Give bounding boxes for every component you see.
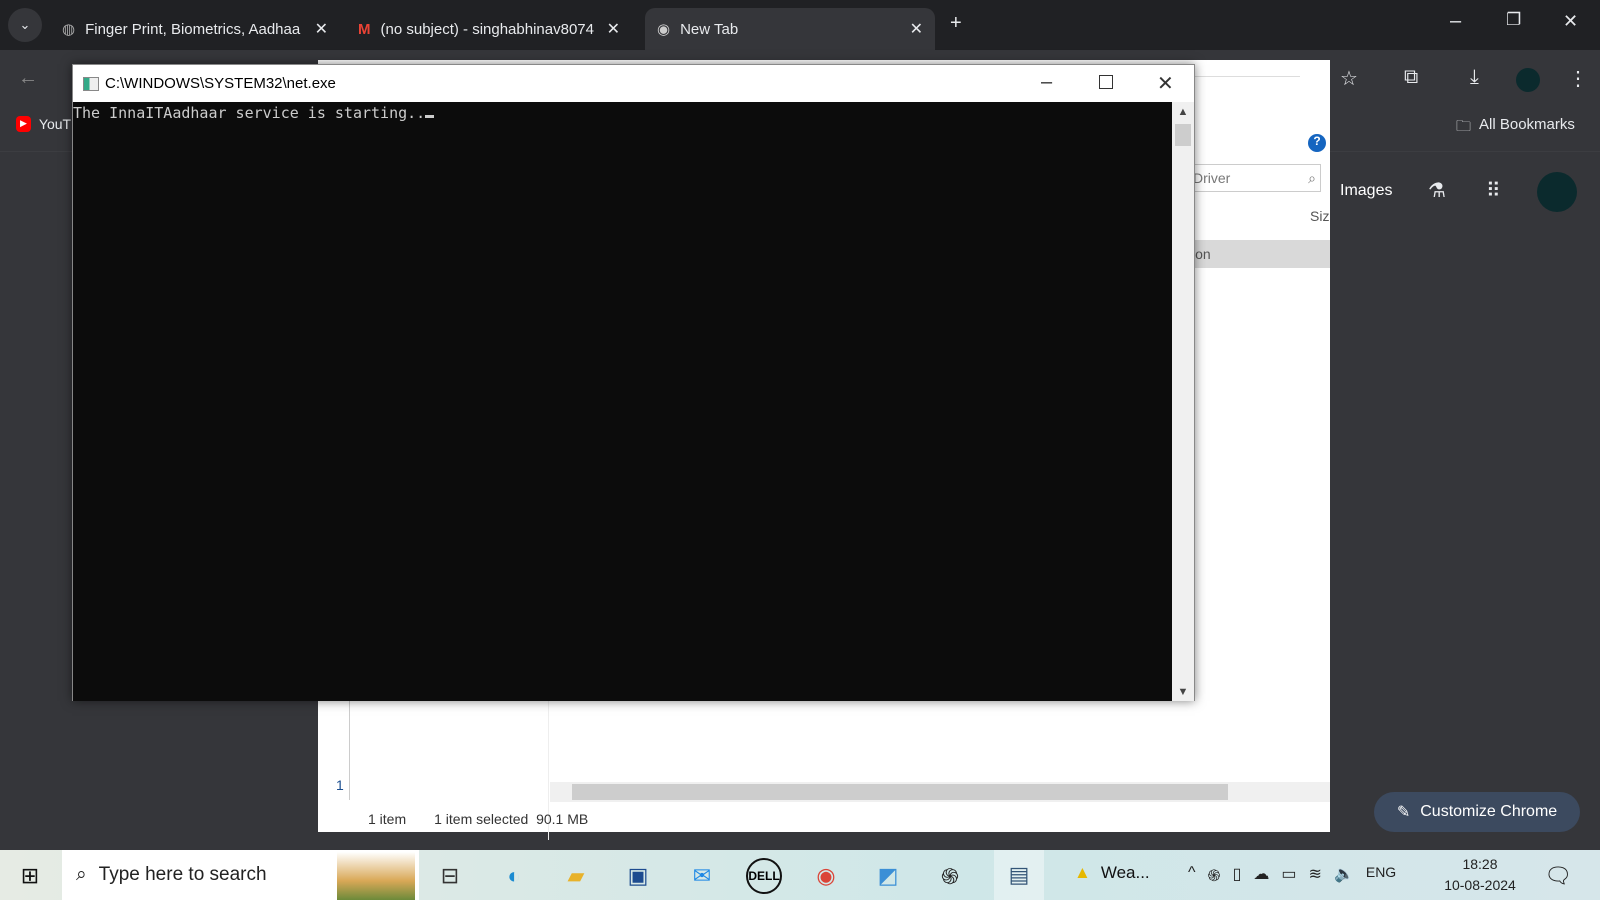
console-taskbar-icon[interactable]: ▤ xyxy=(994,850,1044,900)
column-size[interactable]: Siz xyxy=(1310,208,1329,224)
mail-icon[interactable]: ✉ xyxy=(684,858,720,894)
bookmark-star-icon[interactable]: ☆ xyxy=(1340,66,1358,91)
selected-row[interactable]: ion xyxy=(1188,240,1330,268)
close-icon[interactable]: ✕ xyxy=(607,19,620,39)
console-minimize-icon[interactable]: – xyxy=(1041,71,1052,94)
folder-icon: 🗀 xyxy=(1456,118,1472,135)
close-icon[interactable]: ✕ xyxy=(910,19,923,39)
gmail-icon: M xyxy=(358,20,371,38)
new-tab-button[interactable]: + xyxy=(950,12,962,35)
tab-finger-print[interactable]: ◍ Finger Print, Biometrics, Aadhaa ✕ xyxy=(50,8,340,50)
bookmark-youtube[interactable]: ▶ YouT xyxy=(16,116,71,132)
labs-icon[interactable]: ⚗ xyxy=(1428,178,1446,203)
language-indicator[interactable]: ENG xyxy=(1366,864,1396,886)
wifi-icon[interactable]: ≋ xyxy=(1309,864,1322,886)
apps-grid-icon[interactable]: ⠿ xyxy=(1486,178,1501,203)
lion-illustration xyxy=(337,852,415,900)
search-icon: ⌕ xyxy=(76,864,87,885)
console-window: C:\WINDOWS\SYSTEM32\net.exe – ✕ The Inna… xyxy=(72,64,1195,701)
restore-icon[interactable]: ❐ xyxy=(1506,10,1521,30)
store-icon[interactable]: ▣ xyxy=(620,858,656,894)
download-icon[interactable]: ⤓ xyxy=(1470,66,1479,89)
profile-avatar[interactable] xyxy=(1516,68,1540,92)
extensions-icon[interactable]: ⧉ xyxy=(1404,66,1418,89)
images-link[interactable]: Images xyxy=(1340,182,1392,200)
chrome-icon: ◉ xyxy=(657,21,671,38)
console-maximize-icon[interactable] xyxy=(1099,75,1113,89)
volume-icon[interactable]: 🔈 xyxy=(1334,864,1354,886)
cursor xyxy=(425,115,435,118)
battery-icon[interactable]: ▭ xyxy=(1281,864,1296,886)
all-bookmarks[interactable]: 🗀 All Bookmarks xyxy=(1456,116,1575,141)
console-close-icon[interactable]: ✕ xyxy=(1157,71,1174,96)
chrome-icon[interactable]: ◉ xyxy=(808,858,844,894)
tab-gmail[interactable]: M (no subject) - singhabhinav8074 ✕ xyxy=(346,8,632,50)
console-app-icon xyxy=(83,76,99,91)
task-view-icon[interactable]: ⊟ xyxy=(432,858,468,894)
search-box[interactable]: Driver ⌕ xyxy=(1188,164,1321,192)
fingerprint-tray-icon[interactable]: ֍ xyxy=(1208,864,1221,886)
customize-chrome-button[interactable]: ✎ Customize Chrome xyxy=(1374,792,1580,832)
menu-icon[interactable]: ⋮ xyxy=(1568,66,1588,91)
taskbar-search[interactable]: ⌕ Type here to search xyxy=(62,850,419,900)
taskbar: ⊞ ⌕ Type here to search ⊟ ◐ ▰ ▣ ✉ DELL ◉… xyxy=(0,850,1600,900)
browser-tab-strip: ⌄ ◍ Finger Print, Biometrics, Aadhaa ✕ M… xyxy=(0,0,1600,50)
console-output[interactable]: The InnaITAadhaar service is starting.. xyxy=(73,102,1173,701)
account-avatar[interactable] xyxy=(1537,172,1577,212)
close-window-icon[interactable]: ✕ xyxy=(1563,11,1578,32)
console-scrollbar[interactable]: ▲ ▼ xyxy=(1172,102,1194,701)
help-icon[interactable]: ? xyxy=(1308,134,1326,152)
minimize-icon[interactable]: – xyxy=(1450,10,1461,33)
console-title-bar: C:\WINDOWS\SYSTEM32\net.exe xyxy=(73,65,1194,102)
windows-start-icon[interactable]: ⊞ xyxy=(12,858,48,894)
file-explorer-icon[interactable]: ▰ xyxy=(558,858,594,894)
dell-icon[interactable]: DELL xyxy=(746,858,782,894)
close-icon[interactable]: ✕ xyxy=(315,19,328,39)
meet-icon[interactable]: ▯ xyxy=(1233,864,1242,886)
system-tray: ^ ֍ ▯ ☁ ▭ ≋ 🔈 ENG xyxy=(1188,864,1396,886)
nav-item-number: 1 xyxy=(336,777,344,793)
weather-widget[interactable]: ▲ Wea... xyxy=(1074,863,1150,883)
weather-storm-icon: ▲ xyxy=(1074,863,1091,882)
laptop-app-icon[interactable]: ◩ xyxy=(870,858,906,894)
clock[interactable]: 18:28 10-08-2024 xyxy=(1440,854,1520,896)
status-bar: 1 item 1 item selected 90.1 MB xyxy=(368,811,589,827)
chevron-up-icon[interactable]: ^ xyxy=(1188,864,1196,886)
tab-new-tab[interactable]: ◉ New Tab ✕ xyxy=(645,8,935,50)
tab-search-button[interactable]: ⌄ xyxy=(8,8,42,42)
horizontal-scrollbar[interactable] xyxy=(550,782,1330,802)
onedrive-warning-icon[interactable]: ☁ xyxy=(1253,864,1269,886)
search-icon: ⌕ xyxy=(1308,170,1316,186)
notifications-icon[interactable]: 🗨 xyxy=(1540,858,1576,894)
youtube-icon: ▶ xyxy=(16,116,31,132)
edge-icon[interactable]: ◐ xyxy=(496,858,532,894)
fingerprint-app-icon[interactable]: ֍ xyxy=(932,858,968,894)
back-icon[interactable]: ← xyxy=(18,67,38,90)
globe-icon: ◍ xyxy=(62,21,76,38)
pencil-icon: ✎ xyxy=(1396,804,1411,821)
